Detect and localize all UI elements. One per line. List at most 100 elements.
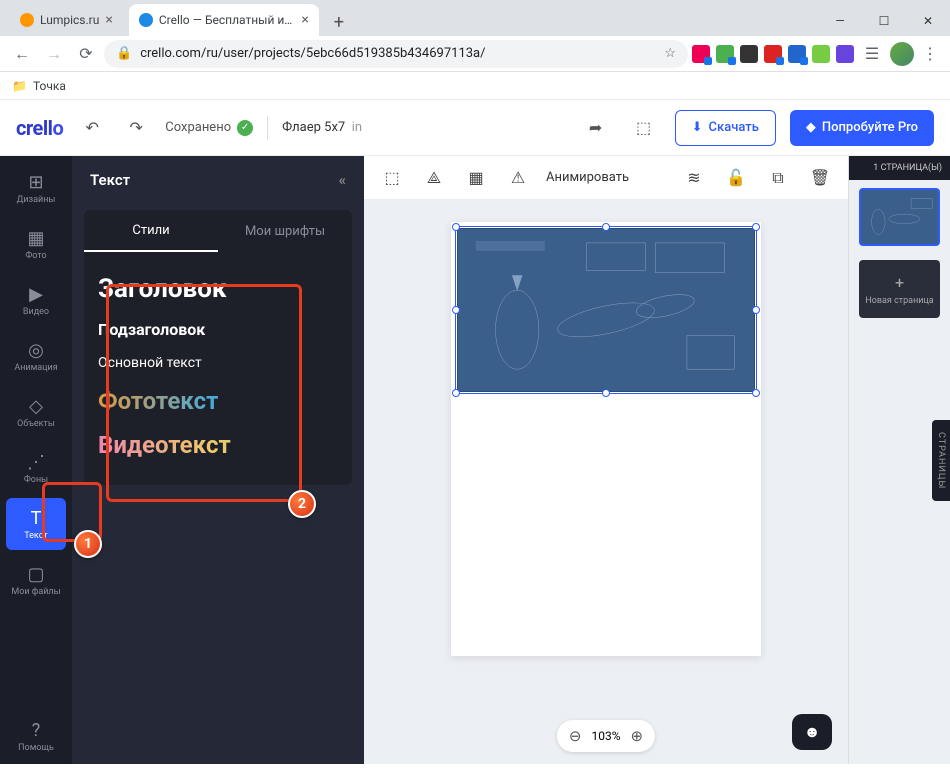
browser-tab-active[interactable]: Crello — Бесплатный инструмен × <box>129 4 319 36</box>
zoom-control: ⊖ 103% ⊕ <box>557 720 655 752</box>
text-option-heading[interactable]: Заголовок <box>98 266 338 312</box>
minimize-button[interactable]: — <box>818 6 862 36</box>
reading-list-icon[interactable]: ☰ <box>858 40 886 68</box>
warning-tool[interactable]: ⚠ <box>504 164 532 192</box>
rail-designs[interactable]: ⊞Дизайны <box>6 162 66 214</box>
text-panel: Текст « Стили Мои шрифты Заголовок Подза… <box>72 156 364 764</box>
download-button[interactable]: ⬇ Скачать <box>675 110 776 146</box>
chat-button[interactable]: ☻ <box>792 714 832 750</box>
text-option-subheading[interactable]: Подзаголовок <box>98 312 338 347</box>
collapse-button[interactable]: « <box>339 171 346 189</box>
rail-backgrounds[interactable]: ⋰Фоны <box>6 442 66 494</box>
star-icon[interactable]: ☆ <box>664 46 676 61</box>
back-button[interactable]: ← <box>8 40 36 68</box>
text-option-videotext[interactable]: Видеотекст <box>98 423 338 467</box>
address-bar[interactable]: 🔒 crello.com/ru/user/projects/5ebc66d519… <box>104 40 688 68</box>
rail-myfiles[interactable]: ▢Мои файлы <box>6 554 66 606</box>
page-thumbnail[interactable] <box>859 188 940 246</box>
undo-button[interactable]: ↶ <box>77 113 107 143</box>
browser-menu-button[interactable]: ⋮ <box>918 42 942 66</box>
resize-handle[interactable] <box>602 389 610 397</box>
resize-button[interactable]: ⬚ <box>627 111 661 145</box>
duplicate-button[interactable]: ⧉ <box>764 164 792 192</box>
maximize-button[interactable]: ☐ <box>862 6 906 36</box>
lock-button[interactable]: 🔓 <box>722 164 750 192</box>
design-page[interactable] <box>451 222 761 656</box>
extension-icon[interactable] <box>836 45 854 63</box>
target-icon: ◎ <box>28 340 44 361</box>
canvas-stage[interactable]: ⊖ 103% ⊕ ☻ <box>364 200 848 764</box>
rail-objects[interactable]: ◇Объекты <box>6 386 66 438</box>
canvas-toolbar: ⬚ ⟁ ▦ ⚠ Анимировать ≋ 🔓 ⧉ 🗑 <box>364 156 848 200</box>
window-controls: — ☐ ✕ <box>818 6 950 36</box>
forward-button[interactable]: → <box>40 40 68 68</box>
select-tool[interactable]: ⬚ <box>378 164 406 192</box>
extensions <box>692 45 854 63</box>
lock-icon: 🔒 <box>116 46 132 61</box>
add-page-label: Новая страница <box>865 296 933 306</box>
text-option-body[interactable]: Основной текст <box>98 347 338 379</box>
panel-title: Текст <box>90 171 130 189</box>
rail-animation[interactable]: ◎Анимация <box>6 330 66 382</box>
redo-button[interactable]: ↷ <box>121 113 151 143</box>
download-label: Скачать <box>709 120 759 135</box>
text-options: Заголовок Подзаголовок Основной текст Фо… <box>84 252 352 485</box>
rail-label: Объекты <box>17 419 55 429</box>
zoom-out-button[interactable]: ⊖ <box>569 727 582 745</box>
bookmarks-bar: 📁 Точка <box>0 72 950 100</box>
rail-label: Фото <box>25 251 46 261</box>
try-pro-button[interactable]: ◆ Попробуйте Pro <box>790 110 934 146</box>
resize-handle[interactable] <box>752 306 760 314</box>
extension-icon[interactable] <box>692 45 710 63</box>
zoom-level: 103% <box>591 729 620 743</box>
rail-video[interactable]: ▶Видео <box>6 274 66 326</box>
browser-tab[interactable]: Lumpics.ru × <box>10 4 123 36</box>
extension-icon[interactable] <box>764 45 782 63</box>
panel-tabs: Стили Мои шрифты <box>84 210 352 252</box>
crop-tool[interactable]: ⟁ <box>420 164 448 192</box>
tab-styles[interactable]: Стили <box>84 210 218 252</box>
check-icon: ✓ <box>237 120 253 136</box>
checker-tool[interactable]: ▦ <box>462 164 490 192</box>
resize-handle[interactable] <box>452 389 460 397</box>
profile-avatar[interactable] <box>890 42 914 66</box>
animate-button[interactable]: Анимировать <box>546 170 629 185</box>
resize-handle[interactable] <box>452 306 460 314</box>
rail-label: Дизайны <box>17 195 56 205</box>
close-window-button[interactable]: ✕ <box>906 6 950 36</box>
rail-photo[interactable]: ▦Фото <box>6 218 66 270</box>
layers-button[interactable]: ≋ <box>680 164 708 192</box>
resize-handle[interactable] <box>602 223 610 231</box>
texture-icon: ⋰ <box>27 452 45 473</box>
selection-frame[interactable] <box>455 226 757 394</box>
bookmark-item[interactable]: Точка <box>33 79 66 93</box>
delete-button[interactable]: 🗑 <box>806 164 834 192</box>
tab-fonts[interactable]: Мои шрифты <box>218 210 352 252</box>
text-option-phototext[interactable]: Фототекст <box>98 379 338 423</box>
resize-handle[interactable] <box>452 223 460 231</box>
rail-text[interactable]: TТекст <box>6 498 66 550</box>
resize-handle[interactable] <box>752 223 760 231</box>
zoom-in-button[interactable]: ⊕ <box>631 727 644 745</box>
favicon-icon <box>20 13 34 27</box>
add-page-button[interactable]: + Новая страница <box>859 260 940 318</box>
pages-side-tab[interactable]: СТРАНИЦЫ <box>932 420 950 501</box>
try-pro-label: Попробуйте Pro <box>822 120 918 135</box>
save-status: Сохранено ✓ <box>165 120 253 136</box>
logo[interactable]: crello <box>16 116 63 140</box>
extension-icon[interactable] <box>740 45 758 63</box>
close-icon[interactable]: × <box>301 12 308 28</box>
share-button[interactable]: ➦ <box>579 111 613 145</box>
extension-icon[interactable] <box>812 45 830 63</box>
extension-icon[interactable] <box>788 45 806 63</box>
tab-title: Lumpics.ru <box>40 13 99 27</box>
new-tab-button[interactable]: + <box>325 8 353 36</box>
resize-handle[interactable] <box>752 389 760 397</box>
rail-label: Текст <box>24 531 48 541</box>
url-text: crello.com/ru/user/projects/5ebc66d51938… <box>140 46 485 61</box>
rail-help[interactable]: ?Помощь <box>6 710 66 762</box>
reload-button[interactable]: ⟳ <box>72 40 100 68</box>
extension-icon[interactable] <box>716 45 734 63</box>
close-icon[interactable]: × <box>105 12 112 28</box>
project-name[interactable]: Флаер 5x7 in <box>282 120 362 135</box>
